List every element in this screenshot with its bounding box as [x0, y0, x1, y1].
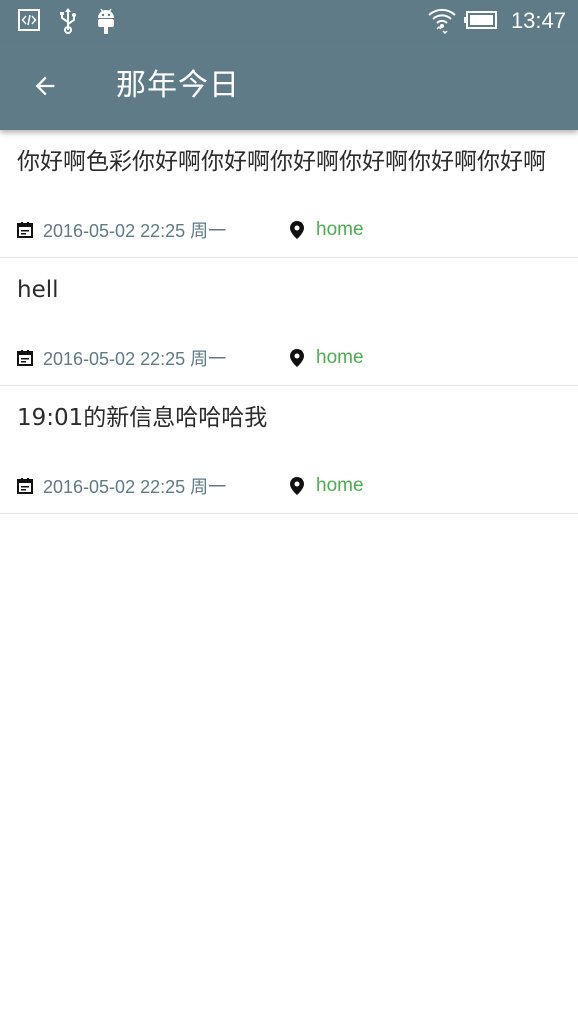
location-pin-icon	[290, 349, 304, 367]
location-pin-icon	[290, 477, 304, 495]
entry-date: 2016-05-02 22:25 周一	[17, 216, 226, 244]
entry-list: 你好啊色彩你好啊你好啊你好啊你好啊你好啊你好啊 2016-05-02 22:25…	[0, 130, 578, 514]
entry-location: home	[290, 344, 364, 372]
entry-date-text: 2016-05-02 22:25 周一	[43, 221, 227, 241]
entry-location-text: home	[316, 347, 364, 368]
entry-date: 2016-05-02 22:25 周一	[17, 344, 226, 372]
entry-location-text: home	[316, 219, 364, 240]
entry-location: home	[290, 472, 364, 500]
status-time: 13:47	[510, 8, 566, 33]
page-title: 那年今日	[116, 68, 240, 103]
entry-date: 2016-05-02 22:25 周一	[17, 472, 226, 500]
app-bar: 那年今日	[0, 42, 578, 130]
list-item[interactable]: 19:01的新信息哈哈哈我 2016-05-02 22:25 周一 home	[0, 386, 578, 514]
arrow-back-icon	[31, 72, 59, 100]
entry-date-text: 2016-05-02 22:25 周一	[43, 349, 227, 369]
android-icon	[95, 6, 117, 38]
calendar-icon	[17, 222, 33, 238]
entry-location: home	[290, 216, 364, 244]
back-button[interactable]	[20, 62, 70, 110]
location-pin-icon	[290, 221, 304, 239]
wifi-icon	[427, 6, 457, 38]
entry-title: 你好啊色彩你好啊你好啊你好啊你好啊你好啊你好啊	[17, 149, 546, 175]
battery-icon	[464, 10, 498, 34]
entry-title: hell	[17, 277, 59, 303]
code-icon	[17, 8, 41, 36]
list-item[interactable]: hell 2016-05-02 22:25 周一 home	[0, 258, 578, 386]
entry-title: 19:01的新信息哈哈哈我	[17, 405, 268, 431]
usb-icon	[58, 8, 78, 38]
entry-location-text: home	[316, 475, 364, 496]
status-bar: 13:47	[0, 0, 578, 42]
calendar-icon	[17, 478, 33, 494]
calendar-icon	[17, 350, 33, 366]
list-item[interactable]: 你好啊色彩你好啊你好啊你好啊你好啊你好啊你好啊 2016-05-02 22:25…	[0, 130, 578, 258]
entry-date-text: 2016-05-02 22:25 周一	[43, 477, 227, 497]
